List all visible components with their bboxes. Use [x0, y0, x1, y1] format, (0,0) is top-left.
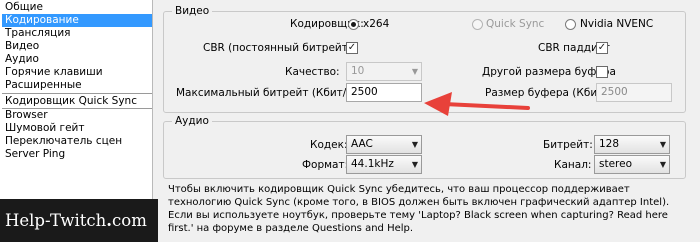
watermark-logo: Help-Twitch.com — [0, 199, 158, 242]
watermark-domain: com — [112, 211, 147, 230]
watermark-text: Help-Twitch — [5, 211, 107, 230]
arrow-head — [424, 92, 452, 116]
arrow-shaft — [442, 102, 530, 110]
